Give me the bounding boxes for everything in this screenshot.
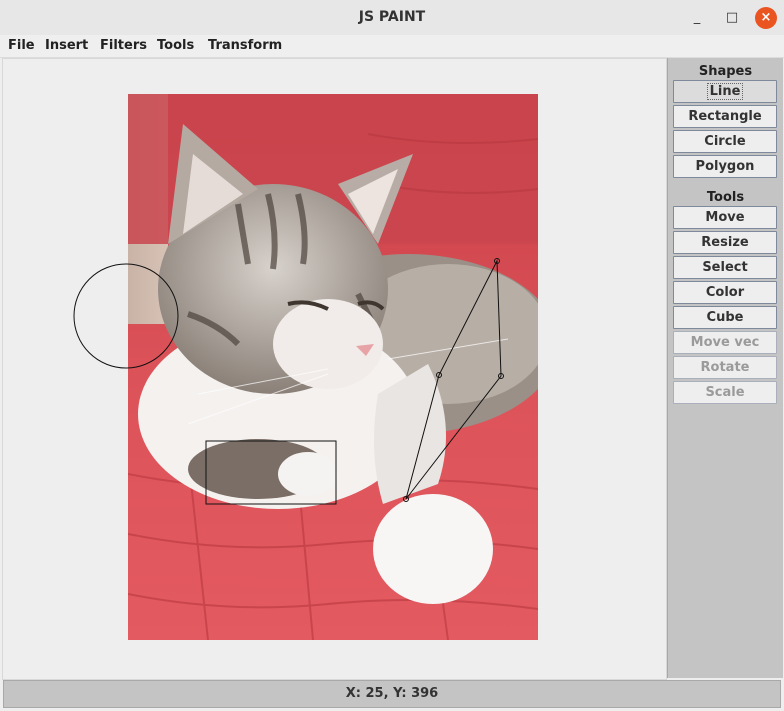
window-title: JS PAINT (358, 9, 426, 25)
color-button[interactable]: Color (673, 281, 777, 304)
rotate-button[interactable]: Rotate (673, 356, 777, 379)
close-icon[interactable]: × (755, 7, 777, 29)
line-button[interactable]: Line (673, 80, 777, 103)
menu-file[interactable]: File (8, 38, 35, 53)
cat-photo-art (128, 94, 538, 640)
move-vec-button[interactable]: Move vec (673, 331, 777, 354)
minimize-icon[interactable]: _ (686, 7, 708, 29)
menu-insert[interactable]: Insert (45, 38, 88, 53)
cube-button[interactable]: Cube (673, 306, 777, 329)
coordinates-readout: X: 25, Y: 396 (345, 686, 439, 701)
rectangle-button[interactable]: Rectangle (673, 105, 777, 128)
tool-sidebar: Shapes Line Rectangle Circle Polygon Too… (667, 58, 783, 678)
polygon-button[interactable]: Polygon (673, 155, 777, 178)
shapes-section-title: Shapes (698, 64, 753, 79)
scale-button[interactable]: Scale (673, 381, 777, 404)
maximize-icon[interactable]: □ (721, 7, 743, 29)
menu-bar: File Insert Filters Tools Transform (0, 35, 784, 58)
tools-section-title: Tools (706, 190, 745, 205)
status-bar: X: 25, Y: 396 (3, 680, 781, 708)
resize-button[interactable]: Resize (673, 231, 777, 254)
move-button[interactable]: Move (673, 206, 777, 229)
circle-button[interactable]: Circle (673, 130, 777, 153)
menu-transform[interactable]: Transform (208, 38, 282, 53)
menu-tools[interactable]: Tools (157, 38, 194, 53)
menu-filters[interactable]: Filters (100, 38, 147, 53)
select-button[interactable]: Select (673, 256, 777, 279)
title-bar: JS PAINT _ □ × (0, 0, 784, 36)
line-button-label: Line (706, 83, 744, 100)
cat-photo[interactable] (128, 94, 538, 640)
